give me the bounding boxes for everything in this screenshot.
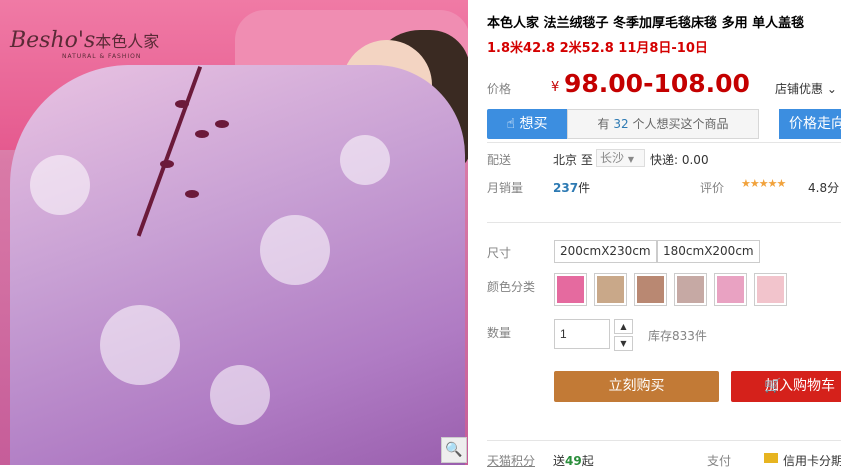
price-label: 价格 <box>487 82 512 96</box>
monthly-sales-value: 237件 <box>553 181 591 195</box>
shipping-from: 北京 至 <box>553 153 593 167</box>
price-trend-button[interactable]: 价格走向 <box>779 109 841 139</box>
cart-icon: 🛒 <box>764 378 782 394</box>
payment-label: 支付 <box>707 454 732 468</box>
color-swatch[interactable] <box>714 273 747 306</box>
shipping-destination-select[interactable]: 长沙 ▼ <box>596 149 645 167</box>
color-swatch[interactable] <box>754 273 787 306</box>
tmall-points-label[interactable]: 天猫积分 <box>487 452 535 469</box>
quantity-increase-icon[interactable]: ▲ <box>614 319 633 334</box>
divider <box>487 440 841 441</box>
shipping-fee: 快递: 0.00 <box>650 153 709 167</box>
color-swatch[interactable] <box>674 273 707 306</box>
chevron-down-icon: ⌄ <box>823 82 837 96</box>
brand-tagline: NATURAL & FASHION <box>62 53 142 60</box>
tmall-points-value: 送49起 <box>553 454 594 468</box>
color-swatch[interactable] <box>594 273 627 306</box>
divider <box>487 142 841 143</box>
color-label: 颜色分类 <box>487 280 536 294</box>
want-button[interactable]: ☝ 想买 <box>487 109 567 139</box>
quantity-decrease-icon[interactable]: ▼ <box>614 336 633 351</box>
stock-info: 库存833件 <box>648 329 707 343</box>
rating-stars-icon: ★★★★★ <box>741 177 786 190</box>
payment-value[interactable]: 信用卡分期 <box>783 452 841 469</box>
currency-symbol: ¥ <box>551 80 560 95</box>
want-count-info: 有 32 个人想买这个商品 <box>567 109 759 139</box>
monthly-sales-label: 月销量 <box>487 181 524 195</box>
size-option[interactable]: 200cmX230cm <box>554 240 657 263</box>
quantity-input[interactable] <box>554 319 610 349</box>
buy-now-button[interactable]: 立刻购买 <box>554 371 719 402</box>
color-swatch[interactable] <box>634 273 667 306</box>
quantity-label: 数量 <box>487 326 512 340</box>
size-label: 尺寸 <box>487 246 512 260</box>
credit-card-icon <box>764 453 778 463</box>
store-promo-dropdown[interactable]: 店铺优惠 ⌄ <box>775 80 837 97</box>
rating-value[interactable]: 4.8分 <box>808 179 839 196</box>
product-subtitle: 1.8米42.8 2米52.8 11月8日-10日 <box>487 41 708 56</box>
hand-icon: ☝ <box>506 116 516 132</box>
zoom-icon[interactable]: 🔍 <box>441 437 467 463</box>
shipping-label: 配送 <box>487 153 512 167</box>
add-to-cart-button[interactable]: 加入购物车 <box>731 371 841 402</box>
price-value: 98.00-108.00 <box>564 69 750 98</box>
rating-label: 评价 <box>700 181 725 195</box>
divider <box>487 222 841 223</box>
product-title: 本色人家 法兰绒毯子 冬季加厚毛毯床毯 多用 单人盖毯 <box>487 16 805 31</box>
brand-logo: Besho's本色人家 <box>10 28 160 53</box>
color-swatch[interactable] <box>554 273 587 306</box>
chevron-down-icon: ▼ <box>627 155 634 164</box>
product-main-image[interactable]: Besho's本色人家 NATURAL & FASHION <box>0 0 468 465</box>
size-option[interactable]: 180cmX200cm <box>657 240 760 263</box>
